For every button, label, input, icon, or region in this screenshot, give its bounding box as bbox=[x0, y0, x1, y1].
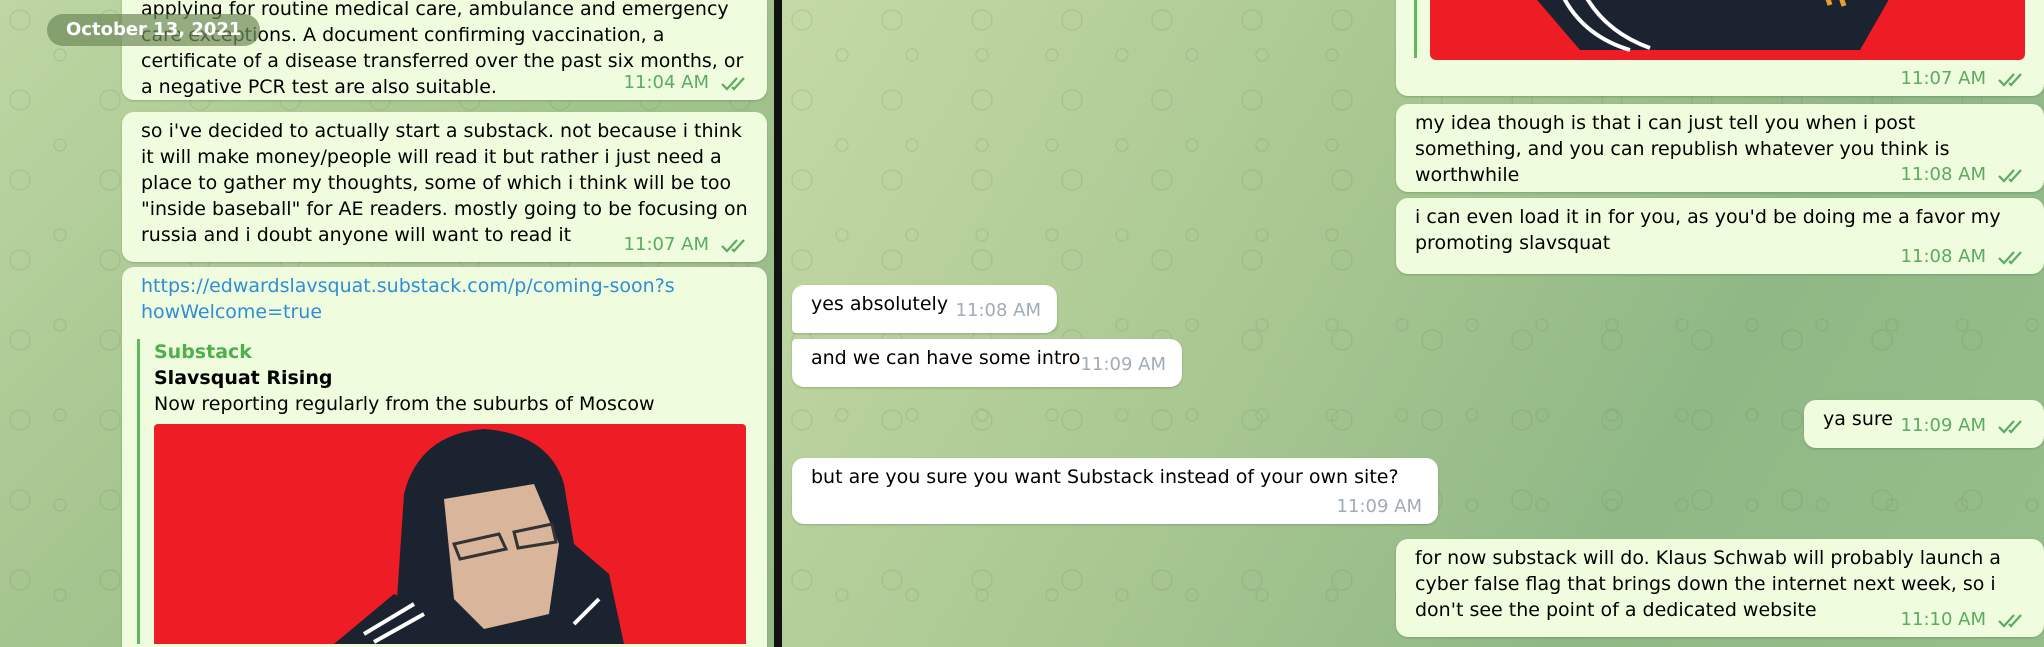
double-check-icon bbox=[1998, 73, 2022, 87]
message-text: ya sure bbox=[1823, 408, 1893, 430]
message-meta: 11:09 AM bbox=[1901, 413, 2028, 439]
preview-site-name: Substack bbox=[154, 341, 252, 363]
message-bubble[interactable]: but are you sure you want Substack inste… bbox=[792, 458, 1438, 524]
message-meta: 11:08 AM bbox=[1901, 162, 2028, 188]
double-check-icon bbox=[1998, 169, 2022, 183]
message-time: 11:08 AM bbox=[1900, 164, 1986, 185]
hooded-man-illustration bbox=[334, 429, 624, 644]
double-check-icon bbox=[721, 77, 745, 91]
message-link[interactable]: https://edwardslavsquat.substack.com/p/c… bbox=[141, 273, 681, 325]
message-meta: 11:09 AM bbox=[1337, 494, 1422, 520]
message-meta: 11:07 AM bbox=[624, 232, 751, 258]
message-time: 11:09 AM bbox=[1336, 496, 1422, 517]
link-preview[interactable]: Substack Slavsquat Rising Now reporting … bbox=[137, 339, 749, 644]
message-time: 11:07 AM bbox=[1900, 68, 1986, 89]
message-meta: 11:09 AM bbox=[1081, 352, 1166, 378]
message-bubble[interactable]: i can even load it in for you, as you'd … bbox=[1396, 198, 2044, 274]
message-bubble[interactable]: for now substack will do. Klaus Schwab w… bbox=[1396, 539, 2044, 637]
left-chat-pane[interactable]: applying for routine medical care, ambul… bbox=[0, 0, 774, 647]
message-time: 11:04 AM bbox=[623, 72, 709, 93]
message-bubble[interactable]: my idea though is that i can just tell y… bbox=[1396, 104, 2044, 192]
message-text: and we can have some intro bbox=[811, 347, 1081, 369]
message-meta: 11:10 AM bbox=[1901, 607, 2028, 633]
message-meta: 11:07 AM bbox=[1901, 66, 2028, 92]
message-time: 11:08 AM bbox=[1900, 246, 1986, 267]
message-meta: 11:08 AM bbox=[1901, 244, 2028, 270]
message-meta: 11:08 AM bbox=[956, 298, 1041, 324]
preview-image[interactable] bbox=[154, 424, 746, 644]
preview-title: Slavsquat Rising bbox=[154, 367, 333, 389]
preview-image[interactable] bbox=[1430, 0, 2025, 60]
message-bubble[interactable]: ya sure 11:09 AM bbox=[1804, 400, 2044, 448]
hooded-man-illustration bbox=[1537, 0, 1889, 52]
date-badge: October 13, 2021 bbox=[47, 14, 261, 46]
pane-divider bbox=[774, 0, 782, 647]
message-text: but are you sure you want Substack inste… bbox=[811, 466, 1399, 488]
link-message-bubble[interactable]: https://edwardslavsquat.substack.com/p/c… bbox=[122, 267, 767, 647]
double-check-icon bbox=[721, 239, 745, 253]
message-time: 11:08 AM bbox=[955, 300, 1041, 321]
message-time: 11:10 AM bbox=[1900, 609, 1986, 630]
double-check-icon bbox=[1998, 251, 2022, 265]
message-bubble[interactable]: and we can have some intro 11:09 AM bbox=[792, 339, 1182, 387]
message-meta: 11:04 AM bbox=[624, 70, 751, 96]
message-bubble[interactable]: so i've decided to actually start a subs… bbox=[122, 112, 767, 262]
preview-quote-bar bbox=[1414, 0, 1417, 58]
message-text: yes absolutely bbox=[811, 293, 949, 315]
message-text: so i've decided to actually start a subs… bbox=[141, 120, 748, 246]
preview-description: Now reporting regularly from the suburbs… bbox=[154, 393, 655, 415]
message-time: 11:07 AM bbox=[623, 234, 709, 255]
double-check-icon bbox=[1998, 420, 2022, 434]
message-time: 11:09 AM bbox=[1900, 415, 1986, 436]
message-time: 11:09 AM bbox=[1080, 354, 1166, 375]
double-check-icon bbox=[1998, 614, 2022, 628]
message-bubble[interactable]: yes absolutely 11:08 AM bbox=[792, 285, 1057, 333]
